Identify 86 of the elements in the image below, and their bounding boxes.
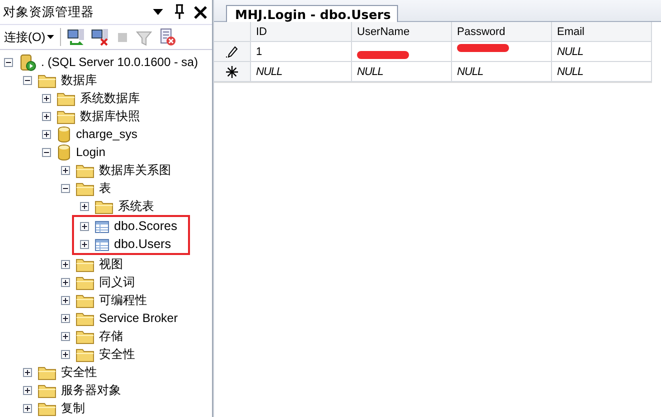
folder-icon (76, 274, 94, 290)
row-header[interactable] (214, 62, 251, 82)
expand-button[interactable] (61, 314, 70, 322)
expand-button[interactable] (61, 278, 70, 286)
tree-item[interactable]: 系统表 (116, 198, 156, 214)
close-icon (193, 4, 208, 20)
table-cell: NULL (552, 62, 652, 82)
connect-button[interactable]: 连接(O) (4, 28, 54, 46)
expand-button[interactable] (61, 166, 70, 174)
expand-button[interactable] (42, 112, 51, 120)
folder-icon (76, 292, 94, 308)
table-icon (95, 236, 109, 252)
collapse-button[interactable] (23, 76, 32, 84)
tree-item[interactable]: charge_sys (74, 127, 140, 141)
folder-icon (38, 400, 56, 416)
tree-item[interactable]: 数据库 (59, 72, 99, 88)
expand-button[interactable] (42, 130, 51, 138)
expand-button[interactable] (61, 260, 70, 268)
folder-icon (76, 256, 94, 272)
redaction-mark (357, 50, 409, 58)
pin-icon (172, 4, 187, 20)
tree-item[interactable]: . (SQL Server 10.0.1600 - sa) (39, 55, 200, 69)
tree-item[interactable]: dbo.Users (112, 237, 173, 251)
tree-item[interactable]: Login (74, 145, 108, 159)
folder-icon (38, 364, 56, 380)
filter-icon (136, 28, 152, 46)
server-icon (19, 54, 36, 70)
asterisk-icon (226, 66, 238, 78)
row-header[interactable] (214, 42, 251, 62)
disconnect-server-icon (91, 28, 110, 46)
tree-item[interactable]: 复制 (59, 400, 87, 416)
panel-title: 对象资源管理器 (3, 4, 95, 20)
folder-icon (76, 162, 94, 178)
script-icon (158, 28, 176, 46)
column-header[interactable]: UserName (352, 22, 452, 42)
folder-icon (76, 180, 94, 196)
expand-button[interactable] (61, 350, 70, 358)
table-cell: NULL (552, 42, 652, 62)
expand-button[interactable] (80, 202, 89, 210)
expand-button[interactable] (42, 94, 51, 102)
folder-icon (38, 72, 56, 88)
document-tab[interactable]: MHJ.Login - dbo.Users (226, 5, 398, 22)
tree-item[interactable]: 存储 (97, 328, 125, 344)
folder-icon (57, 90, 75, 106)
table-cell: 1 (251, 42, 352, 62)
table-cell: NULL (251, 62, 352, 82)
connect-server-icon (67, 28, 86, 46)
column-header[interactable]: Email (552, 22, 652, 42)
table-cell: NULL (452, 62, 552, 82)
database-icon (57, 126, 71, 142)
tree-item[interactable]: 系统数据库 (78, 90, 142, 106)
pencil-icon (226, 46, 238, 58)
tree-item[interactable]: dbo.Scores (112, 219, 180, 233)
expand-button[interactable] (23, 368, 32, 376)
tree-item[interactable]: 表 (97, 180, 113, 196)
column-header[interactable]: ID (251, 22, 352, 42)
tree-item[interactable]: Service Broker (97, 311, 180, 325)
folder-icon (95, 198, 113, 214)
redaction-mark (457, 44, 509, 52)
tree-item[interactable]: 数据库关系图 (97, 162, 173, 178)
column-header[interactable]: Password (452, 22, 552, 42)
folder-icon (76, 310, 94, 326)
collapse-button[interactable] (4, 58, 13, 66)
expand-button[interactable] (23, 386, 32, 394)
expand-button[interactable] (80, 222, 89, 230)
expand-button[interactable] (80, 240, 89, 248)
tree-item[interactable]: 安全性 (59, 364, 99, 380)
tree-item[interactable]: 数据库快照 (78, 108, 142, 124)
caret-icon (47, 35, 54, 39)
table-cell: NULL (352, 62, 452, 82)
collapse-button[interactable] (61, 184, 70, 192)
tree-item[interactable]: 可编程性 (97, 292, 149, 308)
tree-item[interactable]: 安全性 (97, 346, 137, 362)
folder-icon (76, 346, 94, 362)
table-icon (95, 218, 109, 234)
folder-icon (38, 382, 56, 398)
collapse-button[interactable] (42, 148, 51, 156)
folder-icon (76, 328, 94, 344)
tree-item[interactable]: 同义词 (97, 274, 137, 290)
expand-button[interactable] (61, 332, 70, 340)
tree-item[interactable]: 服务器对象 (59, 382, 123, 398)
tree-item[interactable]: 视图 (97, 256, 125, 272)
database-icon (57, 144, 71, 160)
folder-icon (57, 108, 75, 124)
expand-button[interactable] (61, 296, 70, 304)
expand-button[interactable] (23, 404, 32, 412)
